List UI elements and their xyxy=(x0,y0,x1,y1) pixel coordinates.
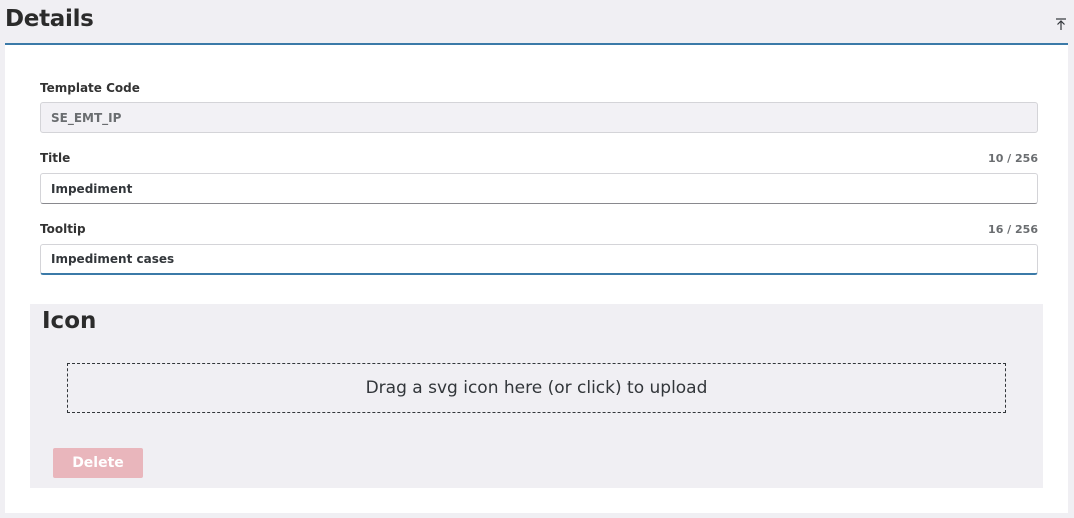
delete-button[interactable]: Delete xyxy=(53,448,143,478)
tooltip-label: Tooltip xyxy=(40,222,86,236)
details-panel: Template Code Title 10 / 256 Tooltip 16 … xyxy=(5,45,1068,513)
title-label: Title xyxy=(40,151,71,165)
page-title: Details xyxy=(5,6,94,32)
icon-section: Icon Drag a svg icon here (or click) to … xyxy=(30,304,1043,488)
tooltip-char-counter: 16 / 256 xyxy=(988,223,1038,236)
details-header: Details xyxy=(5,0,1068,45)
template-code-field[interactable] xyxy=(40,102,1038,133)
template-code-label: Template Code xyxy=(40,81,140,95)
collapse-top-icon[interactable] xyxy=(1054,17,1068,31)
title-char-counter: 10 / 256 xyxy=(988,152,1038,165)
icon-upload-dropzone[interactable]: Drag a svg icon here (or click) to uploa… xyxy=(67,363,1006,413)
dropzone-text: Drag a svg icon here (or click) to uploa… xyxy=(365,378,708,398)
title-field[interactable] xyxy=(40,173,1038,204)
details-page: Details Template Code Title 10 / 256 Too… xyxy=(0,0,1074,518)
icon-section-title: Icon xyxy=(42,308,97,334)
tooltip-field[interactable] xyxy=(40,244,1038,275)
